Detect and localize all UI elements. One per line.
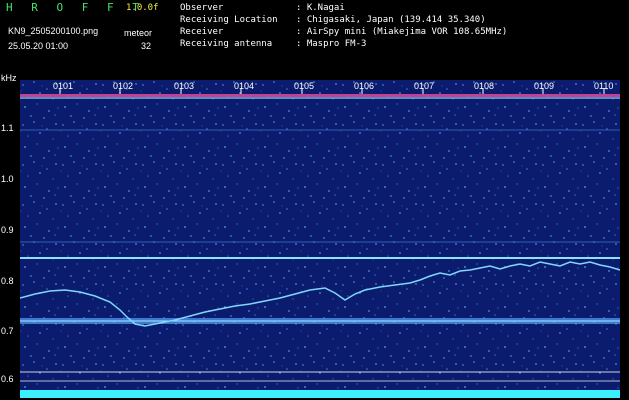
header-panel: H R O F F T 1.0.0f KN9_2505200100.png 25…: [0, 0, 629, 73]
antenna-label: Receiving antenna: [180, 39, 273, 49]
observer-value: : K.Nagai: [296, 3, 345, 13]
meteor-count: 32: [141, 41, 152, 51]
meteor-label: meteor: [124, 28, 153, 38]
x-tick-label: 0108: [474, 81, 495, 91]
y-tick-label: 1.0: [1, 174, 14, 184]
bottom-baseline: [20, 390, 620, 398]
frequency-unit-label: kHz: [1, 73, 17, 83]
y-tick-label: 0.6: [1, 374, 14, 384]
observation-datetime: 25.05.20 01:00: [8, 41, 69, 51]
image-filename: KN9_2505200100.png: [8, 26, 99, 36]
y-tick-label: 0.7: [1, 326, 14, 336]
spectrogram-plot: [20, 80, 620, 398]
y-tick-label: 0.9: [1, 225, 14, 235]
y-tick-label: 0.8: [1, 276, 14, 286]
y-tick-label: 1.1: [1, 123, 14, 133]
app-version: 1.0.0f: [126, 3, 159, 13]
receiver-label: Receiver: [180, 27, 224, 37]
location-label: Receiving Location: [180, 15, 278, 25]
x-tick-label: 0107: [414, 81, 435, 91]
x-tick-label: 0110: [594, 81, 614, 91]
antenna-value: : Maspro FM-3: [296, 39, 367, 49]
top-marker-band: [20, 94, 620, 97]
location-value: : Chigasaki, Japan (139.414 35.340): [296, 15, 486, 25]
spectrogram-svg: [20, 80, 620, 398]
x-tick-label: 0103: [174, 81, 195, 91]
x-tick-label: 0104: [234, 81, 255, 91]
x-tick-label: 0109: [534, 81, 555, 91]
x-tick-label: 0106: [354, 81, 375, 91]
x-tick-label: 0105: [294, 81, 315, 91]
x-tick-label: 0102: [113, 81, 134, 91]
x-tick-label: 0101: [53, 81, 74, 91]
observer-label: Observer: [180, 3, 224, 13]
receiver-value: : AirSpy mini (Miakejima VOR 108.65MHz): [296, 27, 508, 37]
app-brand: H R O F F T: [6, 1, 145, 14]
